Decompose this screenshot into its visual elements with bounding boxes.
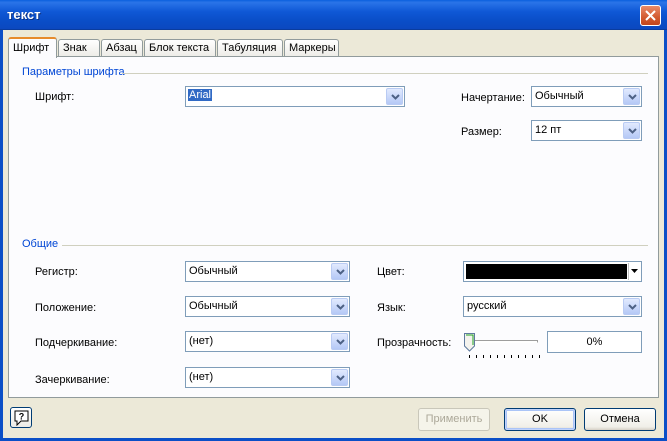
size-combo[interactable]: 12 пт bbox=[531, 120, 642, 141]
slider-thumb[interactable] bbox=[464, 333, 475, 352]
chevron-down-icon bbox=[628, 304, 637, 310]
tab-tabs[interactable]: Табуляция bbox=[217, 39, 283, 57]
tab-text-block[interactable]: Блок текста bbox=[144, 39, 216, 57]
case-combo[interactable]: Обычный bbox=[185, 261, 350, 282]
font-group-title: Параметры шрифта bbox=[22, 66, 125, 78]
color-label: Цвет: bbox=[377, 266, 405, 278]
position-value: Обычный bbox=[189, 300, 238, 312]
case-dropdown-button[interactable] bbox=[331, 263, 348, 280]
font-value: Arial bbox=[188, 89, 213, 101]
chevron-down-icon bbox=[336, 269, 345, 275]
font-group-divider bbox=[122, 73, 648, 74]
general-group-divider bbox=[62, 245, 648, 246]
position-dropdown-button[interactable] bbox=[331, 298, 348, 315]
language-value: русский bbox=[467, 300, 507, 312]
size-dropdown-button[interactable] bbox=[623, 122, 640, 139]
transparency-input[interactable]: 0% bbox=[547, 331, 642, 353]
slider-ticks bbox=[469, 355, 541, 359]
language-dropdown-button[interactable] bbox=[623, 298, 640, 315]
case-value: Обычный bbox=[189, 265, 238, 277]
chevron-down-icon bbox=[628, 94, 637, 100]
svg-text:?: ? bbox=[19, 412, 25, 422]
color-swatch bbox=[466, 264, 627, 279]
chevron-down-icon bbox=[336, 375, 345, 381]
color-dropdown-button[interactable] bbox=[628, 263, 640, 280]
font-label: Шрифт: bbox=[35, 91, 75, 103]
help-icon: ? bbox=[14, 410, 29, 426]
help-button[interactable]: ? bbox=[10, 407, 32, 428]
tab-bullets[interactable]: Маркеры bbox=[284, 39, 339, 57]
underline-dropdown-button[interactable] bbox=[331, 333, 348, 350]
language-combo[interactable]: русский bbox=[463, 296, 642, 317]
close-icon bbox=[645, 10, 656, 21]
window-title: текст bbox=[7, 7, 41, 22]
transparency-label: Прозрачность: bbox=[377, 337, 452, 349]
tab-char[interactable]: Знак bbox=[58, 39, 100, 57]
position-label: Положение: bbox=[35, 302, 97, 314]
underline-combo[interactable]: (нет) bbox=[185, 331, 350, 352]
style-dropdown-button[interactable] bbox=[623, 88, 640, 105]
cancel-button[interactable]: Отмена bbox=[584, 408, 656, 431]
apply-button[interactable]: Применить bbox=[418, 408, 490, 431]
size-value: 12 пт bbox=[535, 124, 562, 136]
underline-value: (нет) bbox=[189, 335, 214, 347]
tab-paragraph[interactable]: Абзац bbox=[101, 39, 143, 57]
color-picker[interactable] bbox=[463, 261, 642, 282]
general-group-title: Общие bbox=[22, 238, 59, 250]
case-label: Регистр: bbox=[35, 266, 78, 278]
strike-label: Зачеркивание: bbox=[35, 374, 110, 386]
ok-button[interactable]: OK bbox=[504, 408, 576, 431]
title-bar: текст bbox=[0, 0, 667, 30]
close-button[interactable] bbox=[640, 5, 661, 26]
style-label: Начертание: bbox=[461, 92, 525, 104]
strike-combo[interactable]: (нет) bbox=[185, 367, 350, 388]
position-combo[interactable]: Обычный bbox=[185, 296, 350, 317]
font-dropdown-button[interactable] bbox=[386, 88, 403, 105]
strike-dropdown-button[interactable] bbox=[331, 369, 348, 386]
underline-label: Подчеркивание: bbox=[35, 337, 118, 349]
chevron-down-icon bbox=[336, 304, 345, 310]
chevron-down-icon bbox=[391, 94, 400, 100]
tab-font[interactable]: Шрифт bbox=[8, 37, 57, 58]
style-value: Обычный bbox=[535, 90, 584, 102]
strike-value: (нет) bbox=[189, 371, 214, 383]
transparency-slider-track[interactable] bbox=[466, 340, 538, 343]
chevron-down-icon bbox=[631, 269, 638, 273]
font-combo[interactable]: Arial bbox=[185, 86, 405, 107]
style-combo[interactable]: Обычный bbox=[531, 86, 642, 107]
size-label: Размер: bbox=[461, 126, 502, 138]
chevron-down-icon bbox=[336, 339, 345, 345]
language-label: Язык: bbox=[377, 302, 406, 314]
chevron-down-icon bbox=[628, 128, 637, 134]
